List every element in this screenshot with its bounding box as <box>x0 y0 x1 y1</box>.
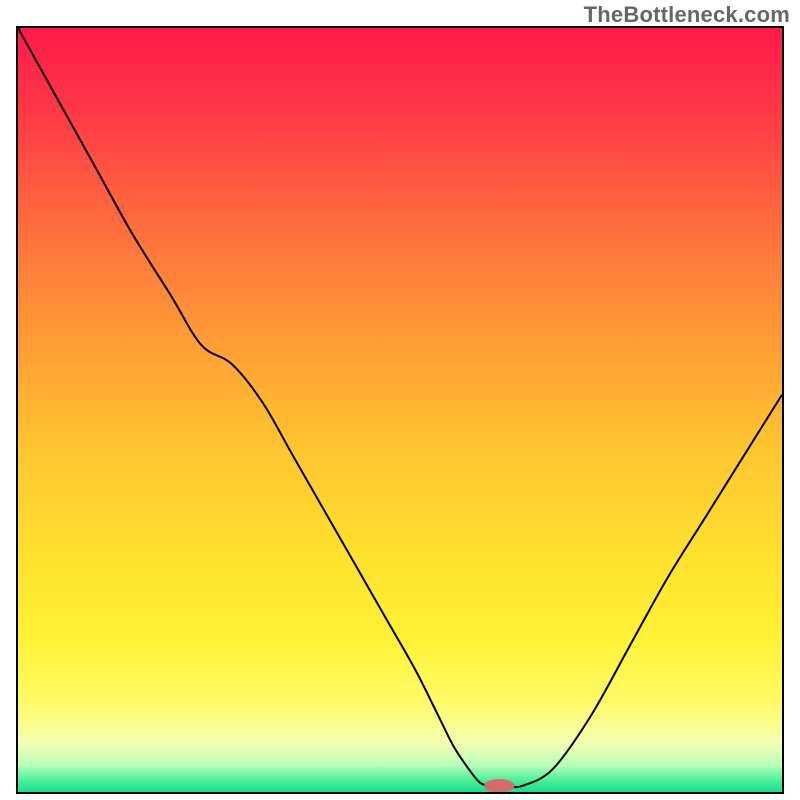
watermark-label: TheBottleneck.com <box>584 2 790 28</box>
chart-background-gradient <box>18 28 782 792</box>
chart-svg <box>18 28 782 792</box>
chart-container: TheBottleneck.com <box>0 0 800 800</box>
chart-plot-area <box>16 26 784 794</box>
